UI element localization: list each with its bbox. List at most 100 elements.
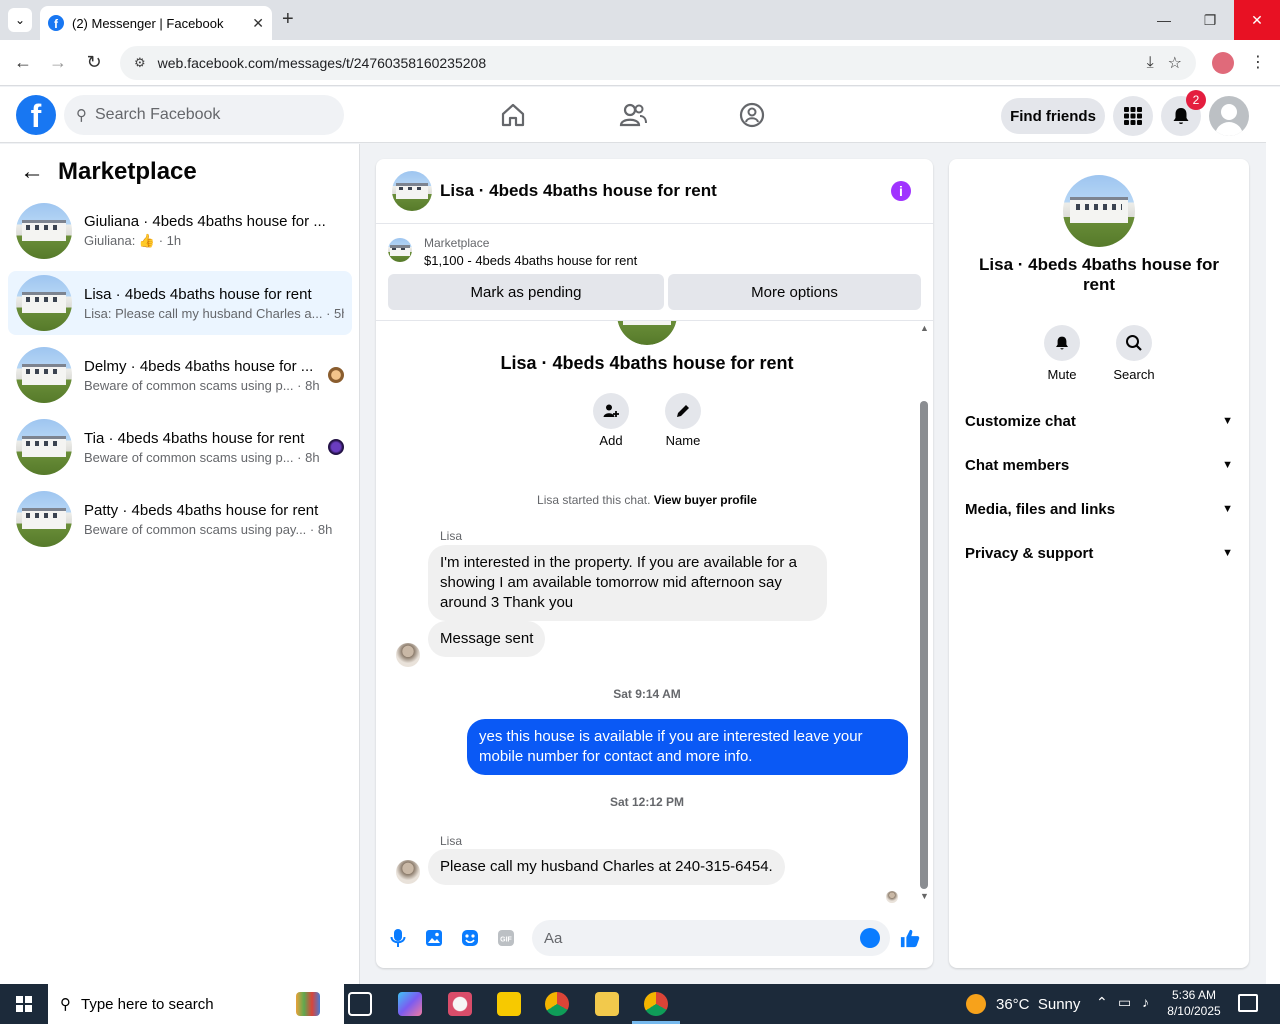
chevron-down-icon: ▼	[1222, 415, 1233, 427]
customize-chat-section[interactable]: Customize chat ▼	[965, 401, 1233, 441]
network-icon[interactable]: ▭	[1118, 994, 1131, 1011]
conversation-name: Delmy · 4beds 4baths house for ...	[84, 357, 314, 375]
scroll-up-icon[interactable]: ▲	[920, 323, 929, 333]
tab-search-menu-icon[interactable]: ⌄	[8, 8, 32, 32]
menu-grid-icon[interactable]	[1113, 96, 1153, 136]
sticker-icon[interactable]	[460, 928, 480, 948]
chat-house-thumbnail[interactable]	[392, 171, 432, 211]
tab-close-icon[interactable]: ✕	[252, 15, 264, 32]
photo-icon[interactable]	[424, 928, 444, 948]
volume-icon[interactable]: ♪	[1142, 994, 1149, 1010]
site-info-icon[interactable]: ⚙	[134, 55, 146, 71]
copilot-icon[interactable]	[398, 992, 422, 1016]
sender-name: Lisa	[440, 834, 463, 848]
conversation-snippet: Beware of common scams using p... · 8h	[84, 377, 320, 393]
chrome-active-icon[interactable]	[644, 992, 668, 1016]
new-tab-icon[interactable]: +	[282, 8, 294, 31]
conversation-snippet: Giuliana: 👍 · 1h	[84, 233, 182, 248]
thumbs-up-icon[interactable]	[900, 928, 920, 948]
sender-name: Lisa	[440, 529, 463, 543]
file-explorer-icon[interactable]	[595, 992, 619, 1016]
friends-icon[interactable]	[619, 101, 647, 129]
url-text[interactable]: web.facebook.com/messages/t/247603581602…	[158, 55, 1133, 71]
browser-tabbar: ⌄ f (2) Messenger | Facebook ✕ + — ❐ ✕	[0, 0, 1280, 40]
house-thumbnail	[16, 419, 72, 475]
windows-taskbar: ⚲ Type here to search 36°C Sunny ⌃ ▭ ♪ 5…	[0, 984, 1280, 1024]
message-list: Lisa · 4beds 4baths house for rent Add N…	[376, 321, 933, 901]
chat-scrollbar[interactable]: ▲ ▼	[917, 321, 931, 901]
find-friends-button[interactable]: Find friends	[1001, 98, 1105, 134]
home-icon[interactable]	[499, 101, 527, 129]
name-label: Name	[665, 433, 701, 448]
app-icon[interactable]	[448, 992, 472, 1016]
view-buyer-profile-link[interactable]: View buyer profile	[654, 493, 757, 507]
sticky-notes-icon[interactable]	[497, 992, 521, 1016]
message-bubble[interactable]: Please call my husband Charles at 240-31…	[428, 849, 785, 885]
conversation-item[interactable]: Delmy · 4beds 4baths house for ... Beware…	[8, 343, 352, 407]
privacy-support-section[interactable]: Privacy & support ▼	[965, 533, 1233, 573]
scroll-down-icon[interactable]: ▼	[920, 891, 929, 901]
message-input[interactable]: Aa	[532, 920, 890, 956]
windows-start-icon[interactable]	[0, 984, 48, 1024]
listing-summary: Marketplace $1,100 - 4beds 4baths house …	[388, 236, 637, 268]
search-chat-button[interactable]: Search	[1099, 325, 1169, 382]
profile-name: Lisa · 4beds 4baths house for rent	[500, 353, 794, 373]
conversation-item[interactable]: Tia · 4beds 4baths house for rent Beware …	[8, 415, 352, 479]
conversation-item[interactable]: Giuliana · 4beds 4baths house for ... Giu…	[8, 199, 352, 263]
profile-photo[interactable]	[1063, 175, 1135, 247]
window-close-icon[interactable]: ✕	[1234, 0, 1280, 40]
task-view-icon[interactable]	[348, 992, 372, 1016]
account-avatar[interactable]	[1209, 96, 1249, 136]
page-scrollbar[interactable]	[1266, 87, 1280, 984]
add-people-button[interactable]: Add	[591, 393, 631, 448]
seen-avatar	[328, 367, 344, 383]
omnibox[interactable]: ⚙ web.facebook.com/messages/t/2476035816…	[120, 46, 1196, 80]
browser-menu-icon[interactable]: ⋮	[1250, 52, 1266, 72]
chat-title[interactable]: Lisa · 4beds 4baths house for rent	[440, 181, 717, 201]
browser-tab[interactable]: f (2) Messenger | Facebook ✕	[40, 6, 272, 40]
minimize-icon[interactable]: —	[1141, 0, 1187, 40]
facebook-logo-icon[interactable]: f	[16, 95, 56, 135]
search-icon: ⚲	[60, 996, 71, 1013]
message-bubble[interactable]: I'm interested in the property. If you a…	[428, 545, 827, 621]
add-label: Add	[599, 433, 623, 448]
microphone-icon[interactable]	[388, 928, 408, 948]
conversation-item[interactable]: Patty · 4beds 4baths house for rent Bewar…	[8, 487, 352, 551]
mark-as-pending-button[interactable]: Mark as pending	[388, 274, 664, 310]
bookmark-star-icon[interactable]: ☆	[1168, 53, 1182, 73]
facebook-search-input[interactable]: ⚲ Search Facebook	[64, 95, 344, 135]
forward-icon[interactable]: →	[47, 52, 69, 73]
reload-icon[interactable]: ↻	[83, 52, 105, 73]
more-options-button[interactable]: More options	[668, 274, 921, 310]
restore-icon[interactable]: ❐	[1187, 0, 1233, 40]
marketplace-label: Marketplace	[424, 236, 490, 250]
scroll-thumb[interactable]	[920, 401, 928, 889]
back-icon[interactable]: ←	[12, 52, 34, 73]
gif-icon[interactable]: GIF	[496, 928, 516, 948]
system-clock[interactable]: 5:36 AM 8/10/2025	[1164, 987, 1224, 1019]
facebook-header: f ⚲ Search Facebook Find friends 2	[0, 87, 1266, 143]
browser-profile-avatar[interactable]	[1212, 52, 1234, 74]
listing-price[interactable]: $1,100 - 4beds 4baths house for rent	[424, 253, 637, 268]
conversation-item-active[interactable]: Lisa · 4beds 4baths house for rent Lisa: …	[8, 271, 352, 335]
sender-avatar[interactable]	[396, 860, 420, 884]
info-icon[interactable]: i	[891, 181, 911, 201]
edit-name-button[interactable]: Name	[663, 393, 703, 448]
facebook-favicon-icon: f	[48, 15, 64, 31]
install-app-icon[interactable]: ⤓	[1147, 54, 1154, 72]
message-bubble[interactable]: Message sent	[428, 621, 546, 657]
emoji-icon[interactable]	[860, 928, 880, 948]
back-arrow-icon[interactable]: ←	[20, 158, 44, 186]
my-message-bubble[interactable]: yes this house is available if you are i…	[467, 719, 908, 775]
seen-avatar	[328, 439, 344, 455]
tray-chevron-icon[interactable]: ⌃	[1096, 994, 1108, 1011]
notification-center-icon[interactable]	[1238, 994, 1258, 1012]
sender-avatar[interactable]	[396, 643, 420, 667]
chat-members-section[interactable]: Chat members ▼	[965, 445, 1233, 485]
chrome-icon[interactable]	[545, 992, 569, 1016]
mute-button[interactable]: Mute	[1027, 325, 1097, 382]
groups-icon[interactable]	[738, 101, 766, 129]
weather-widget[interactable]: 36°C Sunny	[966, 994, 1080, 1014]
books-icon	[296, 992, 320, 1016]
media-files-links-section[interactable]: Media, files and links ▼	[965, 489, 1233, 529]
